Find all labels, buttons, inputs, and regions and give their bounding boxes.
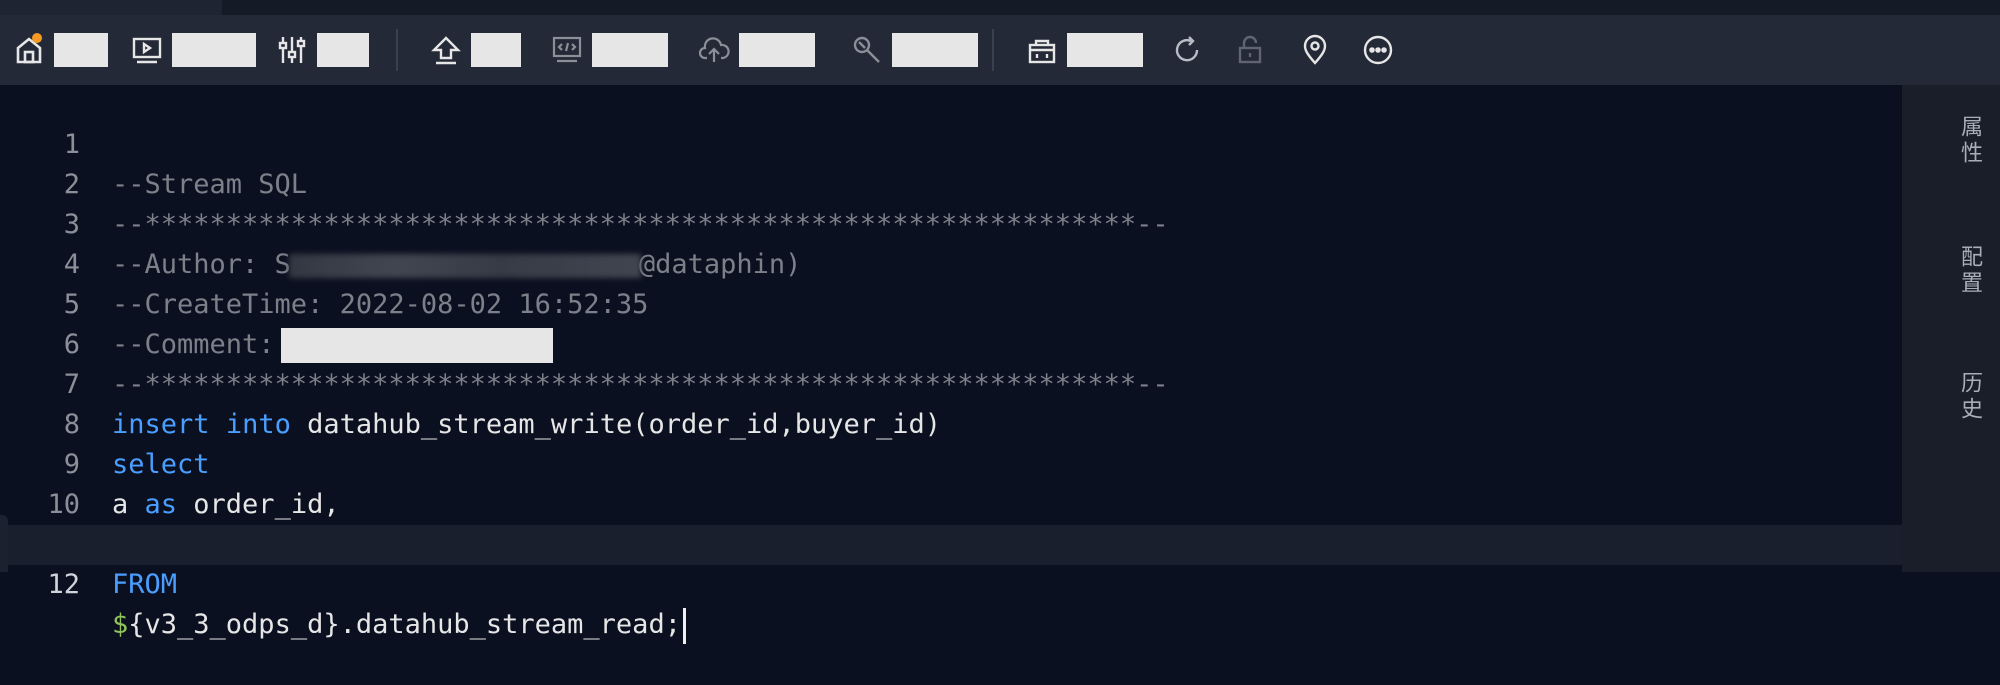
code-editor[interactable]: 1 --Stream SQL 2 --*********************… [0, 85, 1930, 644]
code-line-active: 12 ${v3_3_odps_d}.datahub_stream_read; [0, 525, 1930, 644]
code-line: 7 insert into datahub_stream_write(order… [0, 325, 1930, 440]
params-label [317, 33, 369, 67]
publish-label [739, 33, 815, 67]
code-line: 9 a as order_id, [0, 405, 1930, 520]
top-tab-area [0, 0, 222, 15]
publish-button[interactable] [697, 15, 815, 85]
code-line: 5 --Comment: [0, 245, 1930, 363]
submit-label [471, 33, 521, 67]
location-button[interactable] [1298, 15, 1332, 85]
code-line: 10 b as buyer_id [0, 445, 1930, 560]
toolbar [0, 15, 2000, 85]
refresh-button[interactable] [1170, 15, 1204, 85]
right-side-panel: 属性 配置 历史 [1902, 85, 2000, 572]
tab-properties[interactable]: 属性 [1954, 115, 1984, 167]
code-line: 4 --CreateTime: 2022-08-02 16:52:35 [0, 205, 1930, 320]
unlock-button[interactable] [1233, 15, 1267, 85]
toolbar-divider-2 [992, 29, 994, 71]
unlock-icon [1233, 33, 1267, 67]
more-button[interactable] [1361, 15, 1395, 85]
code-button[interactable] [550, 15, 668, 85]
package-button[interactable] [1025, 15, 1143, 85]
text-cursor [682, 607, 686, 644]
code-line: 3 --Author: S @dataphin) [0, 165, 1930, 280]
code-line: 8 select [0, 365, 1930, 480]
tab-history[interactable]: 历史 [1954, 371, 1984, 423]
home-button[interactable] [12, 15, 108, 85]
code-line: 1 --Stream SQL [0, 85, 1930, 200]
code-line: 6 --************************************… [0, 285, 1930, 400]
cloud-upload-icon [697, 33, 731, 67]
tools-button[interactable] [850, 15, 978, 85]
line-content: ${v3_3_odps_d}.datahub_stream_read; [112, 605, 686, 645]
location-pin-icon [1298, 33, 1332, 67]
tools-label [892, 33, 978, 67]
submit-button[interactable] [429, 15, 521, 85]
editor-gutter-edge [0, 515, 8, 572]
line-number: 12 [47, 569, 80, 600]
wrench-icon [850, 33, 884, 67]
run-label [172, 33, 256, 67]
sliders-icon [275, 33, 309, 67]
code-label [592, 33, 668, 67]
top-strip [0, 0, 2000, 15]
notification-badge [32, 33, 42, 43]
upload-arrow-icon [429, 33, 463, 67]
run-button[interactable] [130, 15, 256, 85]
params-button[interactable] [275, 15, 369, 85]
more-icon [1361, 33, 1395, 67]
code-line: 11 FROM [0, 485, 1930, 600]
code-line: 2 --************************************… [0, 125, 1930, 240]
package-icon [1025, 33, 1059, 67]
home-label [54, 33, 108, 67]
toolbar-divider [396, 29, 398, 71]
refresh-icon [1170, 33, 1204, 67]
code-window-icon [550, 33, 584, 67]
package-label [1067, 33, 1143, 67]
monitor-run-icon [130, 33, 164, 67]
tab-configuration[interactable]: 配置 [1954, 245, 1984, 297]
line-content: FROM [112, 569, 178, 600]
